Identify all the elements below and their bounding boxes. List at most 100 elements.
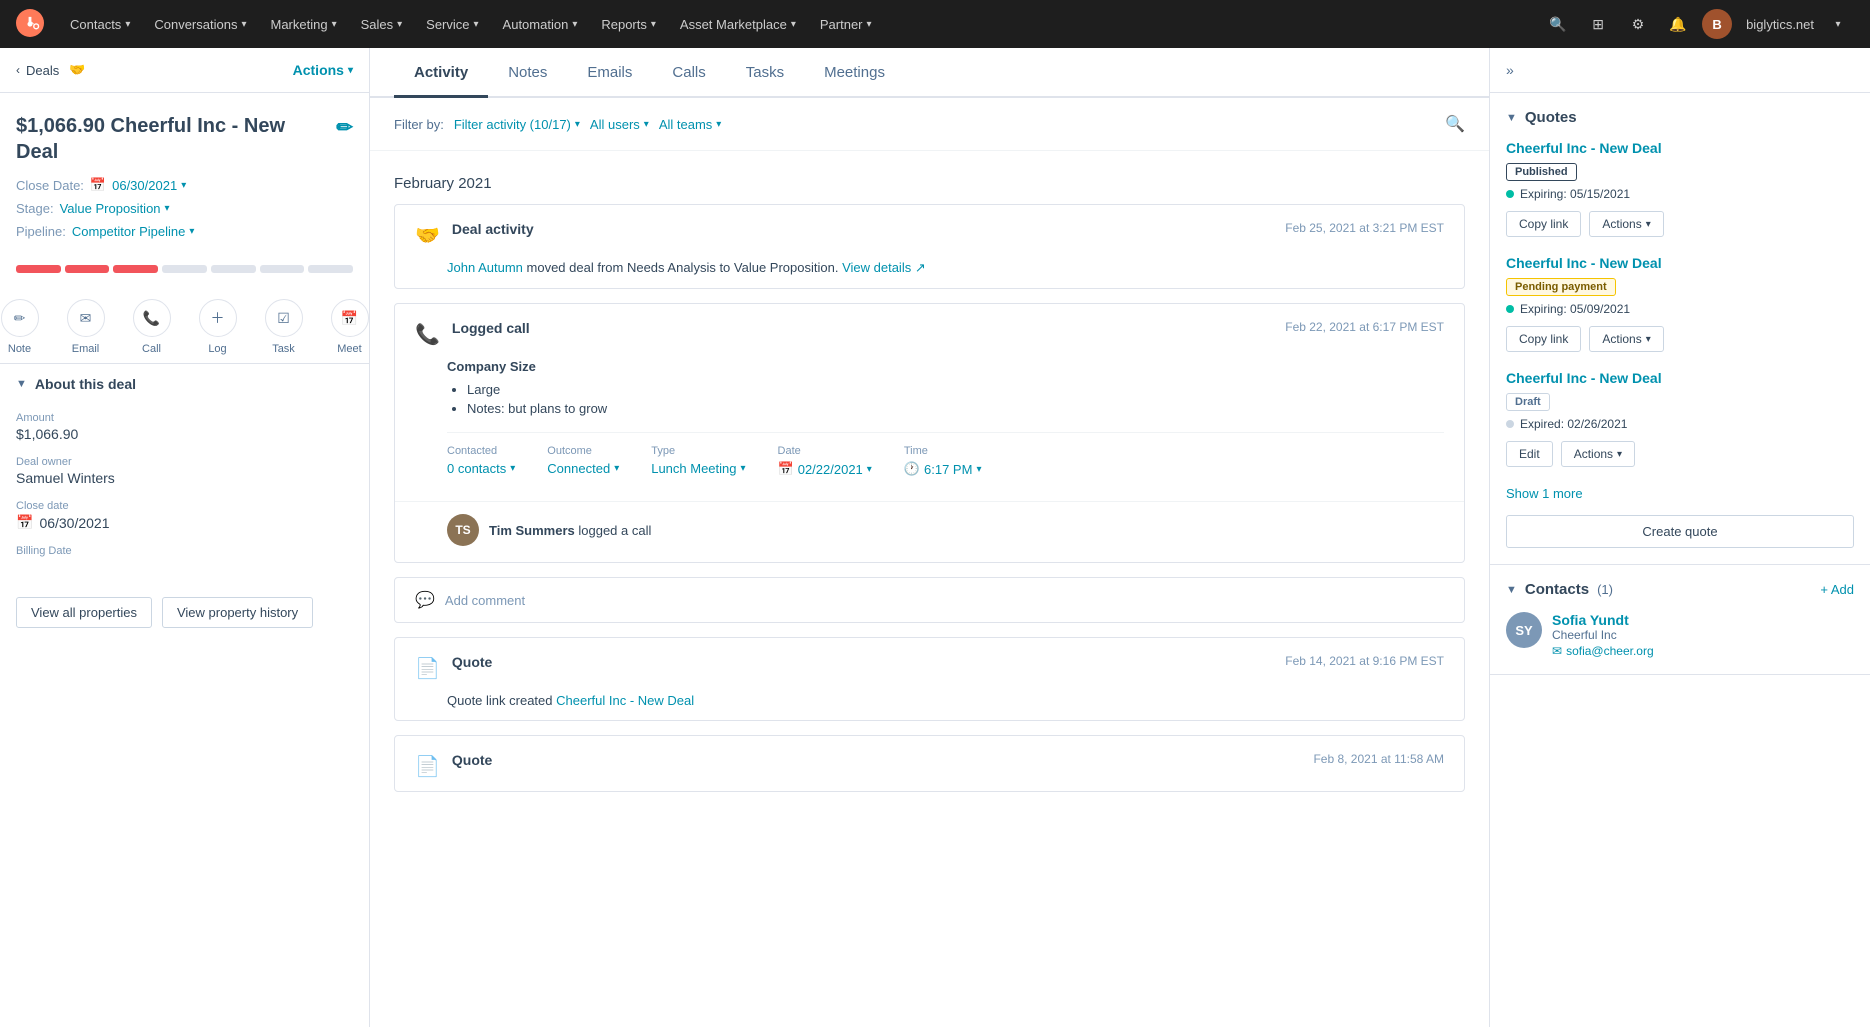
- email-action[interactable]: ✉ Email: [67, 299, 105, 355]
- deal-activity-card: 🤝 Deal activity Feb 25, 2021 at 3:21 PM …: [394, 204, 1465, 289]
- right-panel: » ▼ Quotes Cheerful Inc - New Deal Publi…: [1490, 48, 1870, 1027]
- quotes-section-header[interactable]: ▼ Quotes: [1506, 109, 1854, 126]
- collapse-panel-button[interactable]: »: [1490, 48, 1870, 93]
- contacted-value[interactable]: 0 contacts ▾: [447, 461, 515, 476]
- tab-meetings[interactable]: Meetings: [804, 48, 905, 98]
- quote-1-actions-button[interactable]: Actions ▾: [1589, 211, 1663, 237]
- contact-item-1: SY Sofia Yundt Cheerful Inc ✉ sofia@chee…: [1506, 612, 1854, 658]
- notifications-button[interactable]: 🔔: [1662, 8, 1694, 40]
- quote-3-actions: Edit Actions ▾: [1506, 441, 1854, 467]
- nav-marketing[interactable]: Marketing ▾: [260, 11, 346, 38]
- edit-deal-icon[interactable]: ✏: [336, 115, 353, 141]
- contacted-col: Contacted 0 contacts ▾: [447, 445, 515, 477]
- quote-2-actions-button[interactable]: Actions ▾: [1589, 326, 1663, 352]
- date-chevron-icon: ▾: [867, 464, 872, 475]
- commenter-action-text: logged a call: [578, 523, 651, 538]
- apps-button[interactable]: ⊞: [1582, 8, 1614, 40]
- contacts-section: ▼ Contacts (1) + Add SY Sofia Yundt Chee…: [1490, 565, 1870, 675]
- quotes-chevron-icon: ▼: [1506, 112, 1517, 124]
- john-autumn-link[interactable]: John Autumn: [447, 260, 523, 275]
- account-chevron-icon[interactable]: ▾: [1822, 8, 1854, 40]
- add-comment-bar[interactable]: 💬 Add comment: [394, 577, 1465, 623]
- view-details-link[interactable]: View details ↗: [842, 260, 926, 275]
- view-all-properties-button[interactable]: View all properties: [16, 597, 152, 628]
- nav-automation[interactable]: Automation ▾: [493, 11, 588, 38]
- quote-1-actions-chevron-icon: ▾: [1646, 219, 1651, 230]
- stage-value[interactable]: Value Proposition ▾: [60, 201, 170, 216]
- commenter-text: Tim Summers logged a call: [489, 523, 651, 538]
- contact-name-1[interactable]: Sofia Yundt: [1552, 612, 1654, 628]
- contacted-chevron-icon: ▾: [510, 463, 515, 474]
- tab-emails[interactable]: Emails: [567, 48, 652, 98]
- tab-tasks[interactable]: Tasks: [726, 48, 804, 98]
- nav-asset-marketplace[interactable]: Asset Marketplace ▾: [670, 11, 806, 38]
- activity-search-button[interactable]: 🔍: [1445, 114, 1465, 134]
- type-value[interactable]: Lunch Meeting ▾: [651, 461, 745, 476]
- view-property-history-button[interactable]: View property history: [162, 597, 313, 628]
- call-detail-item-1: Large: [467, 382, 1444, 397]
- contacts-count: (1): [1597, 582, 1613, 597]
- quote-1-copy-link-button[interactable]: Copy link: [1506, 211, 1581, 237]
- domain-label[interactable]: biglytics.net: [1746, 17, 1814, 32]
- all-teams-filter-button[interactable]: All teams ▾: [659, 117, 722, 132]
- nav-service[interactable]: Service ▾: [416, 11, 488, 38]
- settings-button[interactable]: ⚙: [1622, 8, 1654, 40]
- chevron-down-icon: ▾: [241, 19, 246, 30]
- quote-2-title[interactable]: Cheerful Inc - New Deal: [1506, 255, 1854, 271]
- task-action[interactable]: ☑ Task: [265, 299, 303, 355]
- time-value[interactable]: 🕐 6:17 PM ▾: [904, 461, 982, 477]
- nav-partner[interactable]: Partner ▾: [810, 11, 882, 38]
- quote-3-title[interactable]: Cheerful Inc - New Deal: [1506, 370, 1854, 386]
- search-button[interactable]: 🔍: [1542, 8, 1574, 40]
- back-to-deals[interactable]: ‹ Deals 🤝: [16, 62, 85, 78]
- pipeline-label: Pipeline:: [16, 224, 66, 239]
- meet-action[interactable]: 📅 Meet: [331, 299, 369, 355]
- quote-2-copy-link-button[interactable]: Copy link: [1506, 326, 1581, 352]
- nav-contacts[interactable]: Contacts ▾: [60, 11, 140, 38]
- outcome-value[interactable]: Connected ▾: [547, 461, 619, 476]
- quote-2-actions-chevron-icon: ▾: [1646, 334, 1651, 345]
- date-label: Date: [778, 445, 872, 457]
- contact-email-1[interactable]: ✉ sofia@cheer.org: [1552, 644, 1654, 658]
- quote-body-1: Quote link created Cheerful Inc - New De…: [395, 693, 1464, 720]
- call-detail-title: Company Size: [447, 359, 1444, 374]
- quote-1-title[interactable]: Cheerful Inc - New Deal: [1506, 140, 1854, 156]
- call-action[interactable]: 📞 Call: [133, 299, 171, 355]
- tab-activity[interactable]: Activity: [394, 48, 488, 98]
- contacts-section-header: ▼ Contacts (1) + Add: [1506, 581, 1854, 598]
- tab-calls[interactable]: Calls: [652, 48, 725, 98]
- type-chevron-icon: ▾: [741, 463, 746, 474]
- create-quote-button[interactable]: Create quote: [1506, 515, 1854, 548]
- date-value[interactable]: 📅 02/22/2021 ▾: [778, 461, 872, 477]
- deal-icon: 🤝: [69, 62, 85, 78]
- deal-owner-property: Deal owner Samuel Winters: [16, 456, 353, 486]
- nav-reports[interactable]: Reports ▾: [591, 11, 666, 38]
- deal-actions-button[interactable]: Actions ▾: [293, 62, 353, 78]
- chevron-down-icon: ▾: [791, 19, 796, 30]
- user-avatar[interactable]: B: [1702, 9, 1732, 39]
- quote-3-actions-button[interactable]: Actions ▾: [1561, 441, 1635, 467]
- nav-conversations[interactable]: Conversations ▾: [144, 11, 256, 38]
- quote-link-1[interactable]: Cheerful Inc - New Deal: [556, 693, 694, 708]
- pipeline-segment-4: [162, 265, 207, 273]
- add-contact-button[interactable]: + Add: [1820, 582, 1854, 597]
- month-label: February 2021: [394, 175, 1465, 192]
- quote-3-edit-button[interactable]: Edit: [1506, 441, 1553, 467]
- note-action[interactable]: ✏ Note: [1, 299, 39, 355]
- filter-activity-button[interactable]: Filter activity (10/17) ▾: [454, 117, 580, 132]
- nav-sales[interactable]: Sales ▾: [351, 11, 413, 38]
- tab-notes[interactable]: Notes: [488, 48, 567, 98]
- about-deal-section-header[interactable]: ▼ About this deal: [0, 363, 369, 404]
- deal-title-section: $1,066.90 Cheerful Inc - New Deal ✏ Clos…: [0, 93, 369, 255]
- all-users-filter-button[interactable]: All users ▾: [590, 117, 649, 132]
- contacts-title: Contacts: [1525, 581, 1589, 598]
- amount-value: $1,066.90: [16, 426, 353, 442]
- outcome-chevron-icon: ▾: [614, 463, 619, 474]
- close-date-value[interactable]: 06/30/2021 ▾: [112, 178, 186, 193]
- calendar-icon: 📅: [90, 177, 106, 193]
- pipeline-value[interactable]: Competitor Pipeline ▾: [72, 224, 194, 239]
- hubspot-logo[interactable]: [16, 9, 44, 40]
- call-meta-row: Contacted 0 contacts ▾ Outcome Connected…: [447, 432, 1444, 489]
- log-action[interactable]: ＋ Log: [199, 299, 237, 355]
- show-more-quotes-link[interactable]: Show 1 more: [1506, 486, 1583, 501]
